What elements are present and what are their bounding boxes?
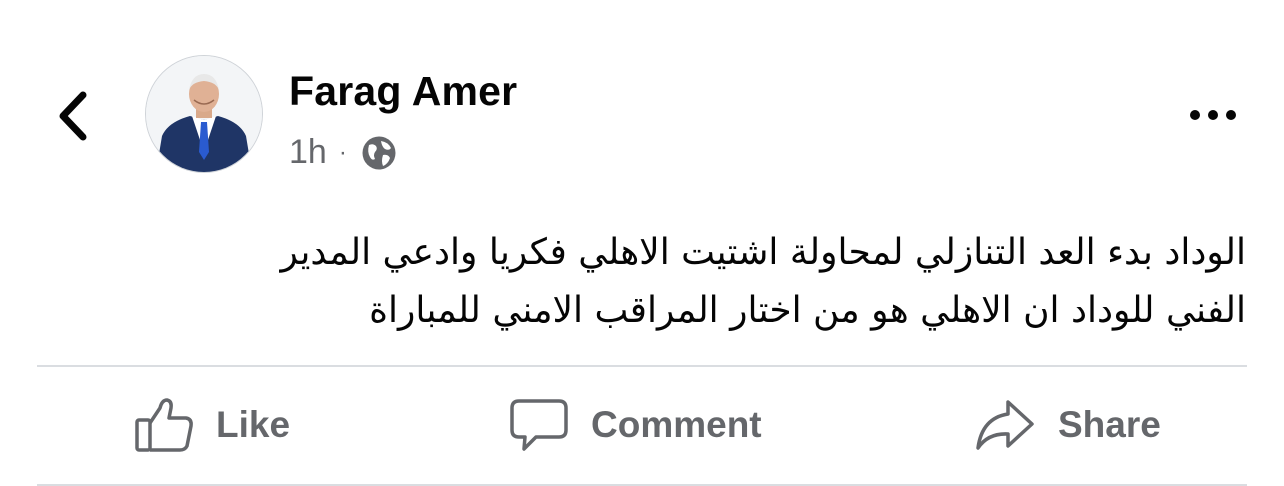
chevron-left-icon bbox=[59, 91, 87, 141]
post-text: الوداد بدء العد التنازلي لمحاولة اشتيت ا… bbox=[106, 224, 1246, 340]
like-button[interactable]: Like bbox=[134, 392, 290, 458]
share-label: Share bbox=[1058, 404, 1161, 445]
globe-icon[interactable] bbox=[361, 135, 397, 171]
more-options-button[interactable] bbox=[1184, 100, 1242, 130]
thumbs-up-icon bbox=[135, 398, 193, 452]
share-arrow-icon bbox=[976, 400, 1034, 450]
avatar[interactable] bbox=[145, 55, 263, 173]
more-dot bbox=[1208, 110, 1218, 120]
share-button[interactable]: Share bbox=[974, 392, 1161, 458]
post-time[interactable]: 1h bbox=[289, 133, 327, 172]
author-name[interactable]: Farag Amer bbox=[289, 68, 517, 115]
post-meta: 1h · bbox=[289, 133, 397, 172]
more-dot bbox=[1226, 110, 1236, 120]
comment-label: Comment bbox=[591, 404, 762, 445]
post-text-line: الوداد بدء العد التنازلي لمحاولة اشتيت ا… bbox=[280, 232, 1246, 273]
divider bbox=[37, 365, 1247, 367]
meta-separator: · bbox=[338, 138, 347, 166]
more-dots-icon bbox=[1190, 110, 1200, 120]
back-button[interactable] bbox=[48, 86, 98, 146]
like-label: Like bbox=[216, 404, 291, 445]
profile-photo bbox=[146, 56, 262, 172]
comment-button[interactable]: Comment bbox=[509, 392, 762, 458]
post-text-line: الفني للوداد ان الاهلي هو من اختار المرا… bbox=[369, 290, 1246, 331]
speech-bubble-icon bbox=[510, 399, 568, 451]
